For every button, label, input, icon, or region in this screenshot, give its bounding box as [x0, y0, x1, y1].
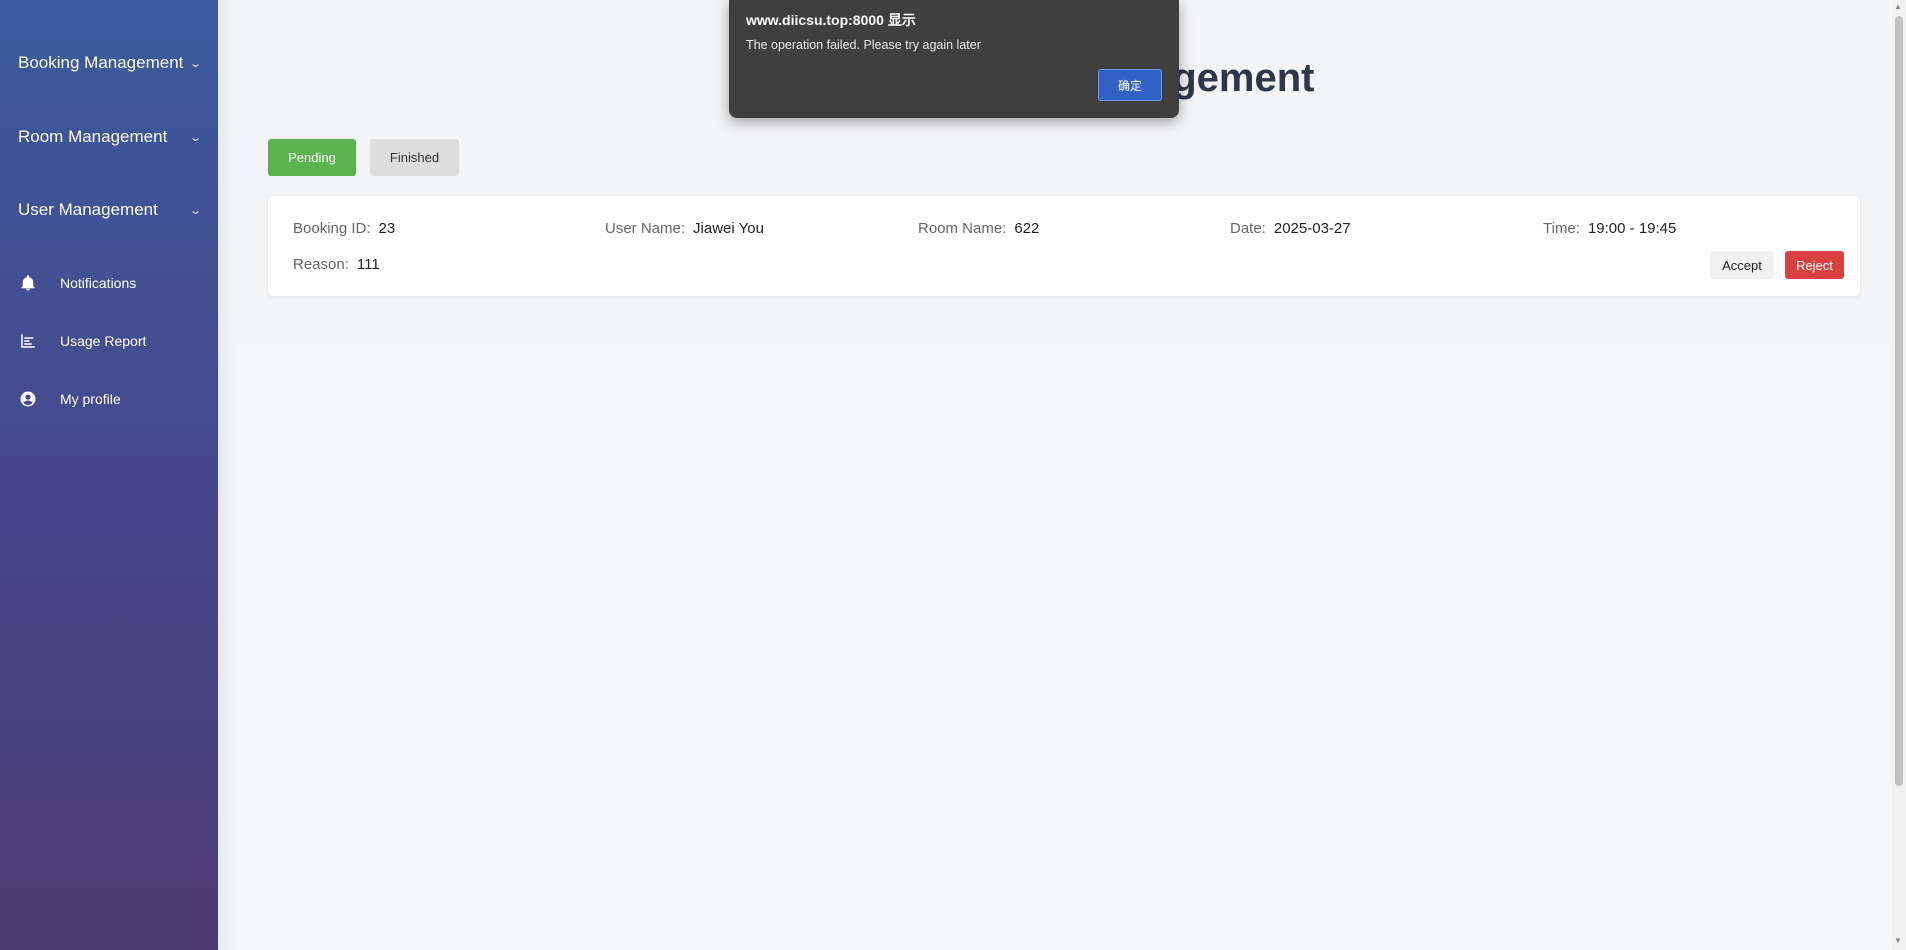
dialog-message: The operation failed. Please try again l…	[746, 38, 981, 52]
room-name-value: 622	[1014, 220, 1040, 237]
page-scrollbar[interactable]: ▲ ▼	[1892, 0, 1906, 950]
chart-icon	[18, 331, 38, 351]
scroll-down-arrow-icon[interactable]: ▼	[1894, 936, 1902, 945]
sidebar-item-my-profile[interactable]: My profile	[18, 389, 121, 409]
nav-user-management[interactable]: User Management ⌄	[18, 200, 202, 220]
accept-button[interactable]: Accept	[1710, 251, 1774, 279]
sidebar-item-label: My profile	[60, 391, 121, 407]
nav-group-label: Room Management	[18, 127, 168, 146]
room-name-field: Room Name: 622	[918, 220, 1039, 237]
reason-value: 111	[356, 256, 380, 273]
nav-group-label: User Management	[18, 200, 158, 219]
nav-group-label: Booking Management	[18, 53, 184, 72]
chevron-down-icon: ⌄	[188, 204, 202, 217]
user-circle-icon	[18, 389, 38, 409]
reason-label: Reason:	[293, 256, 349, 273]
scroll-up-arrow-icon[interactable]: ▲	[1894, 2, 1902, 11]
user-name-label: User Name:	[605, 220, 686, 237]
dialog-origin: www.diicsu.top:8000 显示	[746, 12, 916, 28]
sidebar-shadow	[218, 0, 238, 950]
chevron-down-icon: ⌄	[188, 131, 202, 144]
tab-finished[interactable]: Finished	[370, 139, 459, 176]
booking-card: Booking ID: 23 User Name: Jiawei You Room …	[268, 196, 1860, 296]
user-name-field: User Name: Jiawei You	[605, 220, 764, 237]
sidebar: Booking Management ⌄ Room Management ⌄ U…	[0, 0, 218, 950]
date-field: Date: 2025-03-27	[1230, 220, 1351, 237]
reason-field: Reason: 111	[293, 256, 380, 273]
alert-dialog: www.diicsu.top:8000 显示 The operation fai…	[729, 0, 1179, 118]
date-value: 2025-03-27	[1273, 220, 1351, 237]
user-name-value: Jiawei You	[693, 220, 764, 237]
nav-room-management[interactable]: Room Management ⌄	[18, 127, 202, 147]
room-name-label: Room Name:	[918, 220, 1007, 237]
booking-id-field: Booking ID: 23	[293, 220, 395, 237]
sidebar-item-notifications[interactable]: Notifications	[18, 273, 136, 293]
sidebar-item-label: Usage Report	[60, 333, 147, 349]
chevron-down-icon: ⌄	[188, 57, 202, 70]
date-label: Date:	[1230, 220, 1266, 237]
time-label: Time:	[1543, 220, 1580, 237]
sidebar-item-label: Notifications	[60, 275, 137, 291]
sidebar-item-usage-report[interactable]: Usage Report	[18, 331, 146, 351]
scrollbar-thumb[interactable]	[1895, 16, 1903, 786]
nav-booking-management[interactable]: Booking Management ⌄	[18, 53, 202, 73]
tab-pending[interactable]: Pending	[268, 139, 356, 176]
time-field: Time: 19:00 - 19:45	[1543, 220, 1676, 237]
bell-icon	[18, 273, 38, 293]
time-value: 19:00 - 19:45	[1587, 220, 1677, 237]
reject-button[interactable]: Reject	[1785, 251, 1844, 279]
dialog-ok-button[interactable]: 确定	[1098, 69, 1162, 101]
booking-id-value: 23	[378, 220, 396, 237]
booking-id-label: Booking ID:	[293, 220, 371, 237]
